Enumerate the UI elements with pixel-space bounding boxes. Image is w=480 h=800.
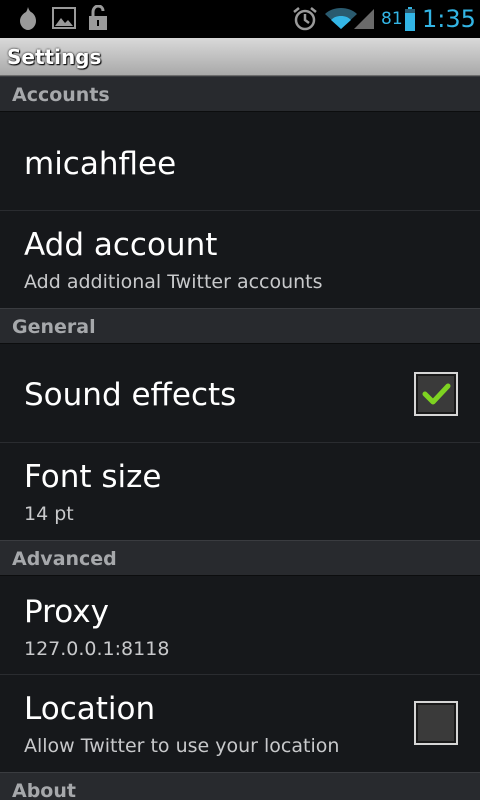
status-bar: 81 1:35 [0,0,480,38]
section-header-accounts: Accounts [0,76,480,112]
location-item[interactable]: Location Allow Twitter to use your locat… [0,675,480,772]
section-label: General [12,316,96,338]
pref-summary: 127.0.0.1:8118 [24,638,170,660]
sound-effects-checkbox[interactable] [414,372,458,416]
pref-summary: Allow Twitter to use your location [24,735,340,757]
checkmark-icon [422,383,451,405]
section-label: Advanced [12,548,117,570]
section-header-about: About [0,772,480,800]
proxy-item[interactable]: Proxy 127.0.0.1:8118 [0,576,480,675]
title-bar: Settings [0,38,480,76]
pref-title: Sound effects [24,377,237,413]
signal-icon [352,8,376,34]
add-account-item[interactable]: Add account Add additional Twitter accou… [0,211,480,308]
pref-title: Font size [24,459,162,495]
pref-title: Proxy [24,594,109,630]
clock: 1:35 [422,5,476,33]
section-label: Accounts [12,84,110,106]
pref-title: Location [24,691,156,727]
location-checkbox[interactable] [414,701,458,745]
image-icon [52,7,76,33]
pref-summary: Add additional Twitter accounts [24,271,323,293]
settings-screen: 81 1:35 Settings Accounts micahflee Add … [0,0,480,800]
battery-icon [405,7,415,35]
font-size-item[interactable]: Font size 14 pt [0,443,480,540]
alarm-icon [292,6,318,36]
section-header-advanced: Advanced [0,540,480,576]
sound-effects-item[interactable]: Sound effects [0,344,480,443]
drop-icon [18,6,38,36]
pref-summary: 14 pt [24,503,74,525]
section-header-general: General [0,308,480,344]
page-title: Settings [7,45,102,69]
lock-icon [88,4,108,35]
account-item-micahflee[interactable]: micahflee [0,112,480,211]
battery-percent: 81 [381,9,403,29]
pref-title: Add account [24,227,218,263]
pref-title: micahflee [24,146,177,182]
section-label: About [12,780,76,800]
